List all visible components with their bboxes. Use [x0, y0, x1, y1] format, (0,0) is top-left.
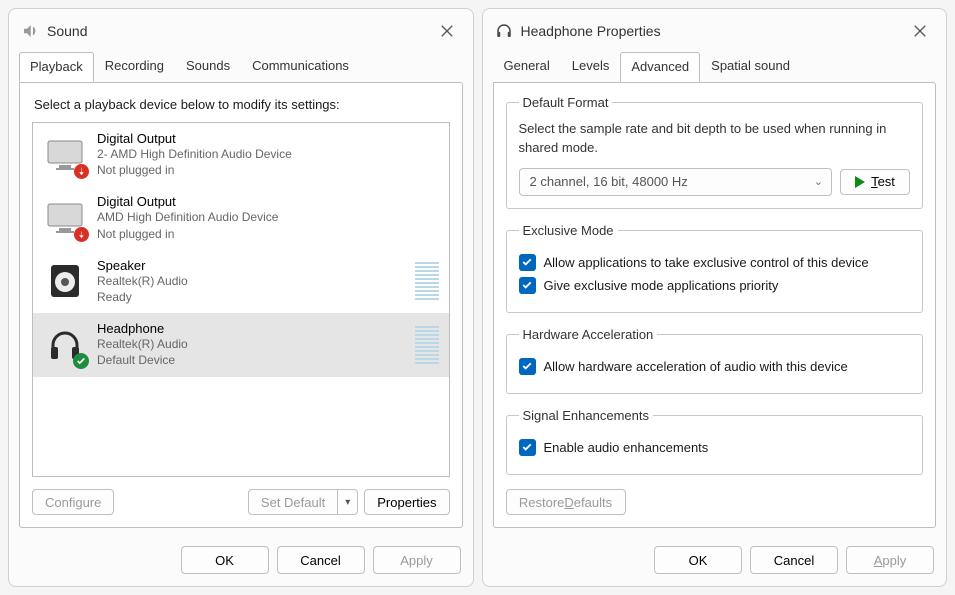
- signal-enhancements-group: Signal Enhancements Enable audio enhance…: [506, 408, 924, 475]
- device-desc: 2- AMD High Definition Audio Device: [97, 146, 439, 162]
- apply-button[interactable]: Apply: [846, 546, 934, 574]
- configure-button[interactable]: Configure: [32, 489, 114, 515]
- default-format-group: Default Format Select the sample rate an…: [506, 95, 924, 209]
- exclusive-mode-group: Exclusive Mode Allow applications to tak…: [506, 223, 924, 313]
- sound-icon: [21, 22, 39, 40]
- device-item[interactable]: SpeakerRealtek(R) AudioReady: [33, 250, 449, 313]
- apply-button[interactable]: Apply: [373, 546, 461, 574]
- set-default-button[interactable]: Set Default ▾: [248, 489, 358, 515]
- sound-titlebar: Sound: [9, 9, 473, 51]
- hardware-acceleration-group: Hardware Acceleration Allow hardware acc…: [506, 327, 924, 394]
- speaker-icon: [43, 259, 87, 303]
- hw-accel-checkbox[interactable]: Allow hardware acceleration of audio wit…: [519, 358, 911, 375]
- hw-accel-legend: Hardware Acceleration: [519, 327, 658, 342]
- default-format-legend: Default Format: [519, 95, 613, 110]
- tab-levels[interactable]: Levels: [561, 51, 621, 81]
- props-titlebar: Headphone Properties: [483, 9, 947, 51]
- checkbox-checked-icon: [519, 277, 536, 294]
- signal-enh-legend: Signal Enhancements: [519, 408, 653, 423]
- checkbox-checked-icon: [519, 439, 536, 456]
- tab-spatial-sound[interactable]: Spatial sound: [700, 51, 801, 81]
- set-default-main[interactable]: Set Default: [248, 489, 338, 515]
- checkbox-checked-icon: [519, 358, 536, 375]
- device-name: Speaker: [97, 258, 405, 273]
- sound-window: Sound Playback Recording Sounds Communic…: [8, 8, 474, 587]
- sound-title: Sound: [47, 23, 425, 39]
- device-name: Digital Output: [97, 131, 439, 146]
- device-item[interactable]: ↓ Digital OutputAMD High Definition Audio…: [33, 186, 449, 249]
- properties-button[interactable]: Properties: [364, 489, 449, 515]
- level-meter-icon: [415, 323, 439, 367]
- device-list[interactable]: ↓Digital Output2- AMD High Definition Au…: [32, 122, 450, 477]
- exclusive-priority-checkbox[interactable]: Give exclusive mode applications priorit…: [519, 277, 911, 294]
- tab-communications[interactable]: Communications: [241, 51, 360, 81]
- ok-button[interactable]: OK: [181, 546, 269, 574]
- playback-instruction: Select a playback device below to modify…: [34, 97, 448, 112]
- chevron-down-icon: ⌄: [814, 175, 823, 188]
- cancel-button[interactable]: Cancel: [277, 546, 365, 574]
- device-state: Default Device: [97, 352, 405, 368]
- sample-format-combo[interactable]: 2 channel, 16 bit, 48000 Hz ⌄: [519, 168, 833, 196]
- advanced-panel: Default Format Select the sample rate an…: [493, 82, 937, 528]
- exclusive-control-checkbox[interactable]: Allow applications to take exclusive con…: [519, 254, 911, 271]
- device-desc: Realtek(R) Audio: [97, 273, 405, 289]
- device-state: Not plugged in: [97, 162, 439, 178]
- tab-recording[interactable]: Recording: [94, 51, 175, 81]
- headphone-icon: [43, 323, 87, 367]
- monitor-icon: ↓: [43, 133, 87, 177]
- device-state: Ready: [97, 289, 405, 305]
- level-meter-icon: [415, 259, 439, 303]
- device-item[interactable]: HeadphoneRealtek(R) AudioDefault Device: [33, 313, 449, 376]
- props-title: Headphone Properties: [521, 23, 899, 39]
- test-button[interactable]: Test: [840, 169, 910, 195]
- audio-enhancements-label: Enable audio enhancements: [544, 440, 709, 455]
- device-item[interactable]: ↓ Digital Output2- AMD High Definition Au…: [33, 123, 449, 186]
- default-format-desc: Select the sample rate and bit depth to …: [519, 120, 911, 158]
- tab-general[interactable]: General: [493, 51, 561, 81]
- device-name: Digital Output: [97, 194, 439, 209]
- cancel-button[interactable]: Cancel: [750, 546, 838, 574]
- device-state: Not plugged in: [97, 226, 439, 242]
- headphone-properties-window: Headphone Properties General Levels Adva…: [482, 8, 948, 587]
- tab-advanced[interactable]: Advanced: [620, 52, 700, 82]
- hw-accel-label: Allow hardware acceleration of audio wit…: [544, 359, 848, 374]
- playback-panel: Select a playback device below to modify…: [19, 82, 463, 528]
- sample-format-value: 2 channel, 16 bit, 48000 Hz: [530, 174, 688, 189]
- close-button[interactable]: [906, 17, 934, 45]
- restore-defaults-button[interactable]: Restore Defaults: [506, 489, 626, 515]
- exclusive-mode-legend: Exclusive Mode: [519, 223, 618, 238]
- chevron-down-icon[interactable]: ▾: [338, 489, 358, 515]
- exclusive-control-label: Allow applications to take exclusive con…: [544, 255, 869, 270]
- test-suffix: est: [878, 174, 895, 189]
- close-button[interactable]: [433, 17, 461, 45]
- tab-playback[interactable]: Playback: [19, 52, 94, 82]
- audio-enhancements-checkbox[interactable]: Enable audio enhancements: [519, 439, 911, 456]
- sound-footer: OK Cancel Apply: [9, 536, 473, 586]
- sound-tabs: Playback Recording Sounds Communications: [9, 51, 473, 82]
- exclusive-priority-label: Give exclusive mode applications priorit…: [544, 278, 779, 293]
- props-footer: OK Cancel Apply: [483, 536, 947, 586]
- checkbox-checked-icon: [519, 254, 536, 271]
- headphone-icon: [495, 22, 513, 40]
- ok-button[interactable]: OK: [654, 546, 742, 574]
- device-desc: Realtek(R) Audio: [97, 336, 405, 352]
- props-tabs: General Levels Advanced Spatial sound: [483, 51, 947, 82]
- device-desc: AMD High Definition Audio Device: [97, 209, 439, 225]
- play-icon: [855, 176, 865, 188]
- monitor-icon: ↓: [43, 196, 87, 240]
- tab-sounds[interactable]: Sounds: [175, 51, 241, 81]
- device-name: Headphone: [97, 321, 405, 336]
